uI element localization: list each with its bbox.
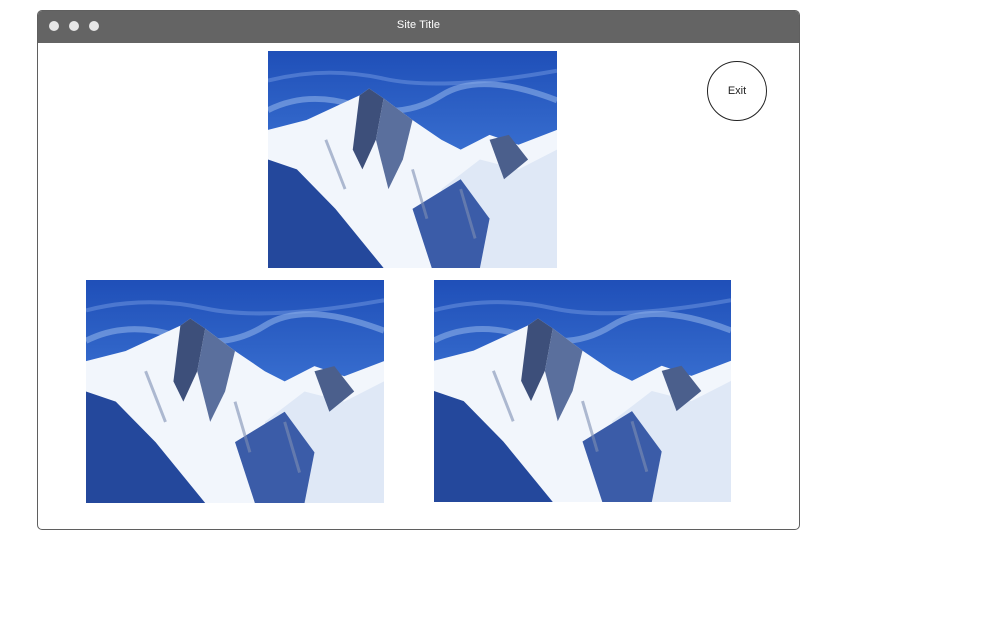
mountain-photo-bottom-right — [434, 280, 731, 502]
mountain-photo-bottom-left — [86, 280, 384, 503]
mountain-illustration — [268, 51, 557, 268]
mountain-photo-top — [268, 51, 557, 268]
mountain-illustration — [434, 280, 731, 502]
exit-button[interactable]: Exit — [707, 61, 767, 121]
browser-window: Site Title Exit — [37, 10, 800, 530]
title-bar: Site Title — [38, 11, 799, 43]
site-title: Site Title — [396, 19, 441, 31]
mountain-illustration — [86, 280, 384, 503]
